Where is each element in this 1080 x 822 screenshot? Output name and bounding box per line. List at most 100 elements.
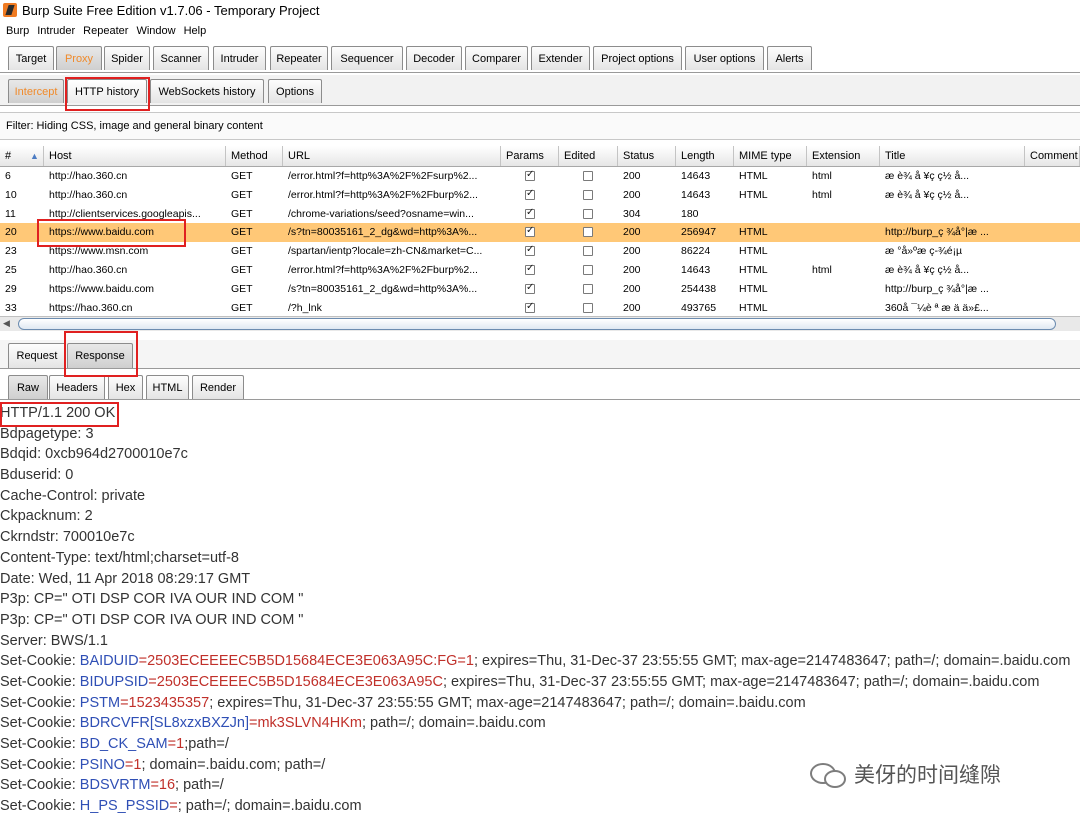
tab-headers[interactable]: Headers [49, 375, 105, 399]
cell-title: æ è¾ å ¥ç ç½ å... [885, 170, 970, 182]
cell-status: 200 [623, 188, 641, 201]
response-line: Ckpacknum: 2 [0, 506, 1080, 527]
tab-render[interactable]: Render [192, 375, 244, 399]
cell-comment [1025, 299, 1080, 318]
cell-ext: html [812, 188, 832, 201]
response-text: Content-Type: text/html;charset=utf-8 [0, 549, 239, 566]
params-checkbox[interactable] [525, 225, 535, 238]
col-extension[interactable]: Extension [807, 146, 880, 166]
menu-burp[interactable]: Burp [6, 25, 29, 37]
tab-alerts[interactable]: Alerts [767, 46, 812, 70]
params-checkbox[interactable] [525, 301, 535, 313]
tab-comparer[interactable]: Comparer [465, 46, 528, 70]
edited-checkbox[interactable] [583, 189, 593, 200]
col-params[interactable]: Params [501, 146, 559, 166]
cell-status: 200 [623, 264, 641, 276]
scroll-thumb[interactable] [18, 318, 1056, 330]
tab-project-options[interactable]: Project options [593, 46, 682, 70]
tab-intruder[interactable]: Intruder [213, 46, 266, 70]
tab-html[interactable]: HTML [146, 375, 189, 399]
cell-length: 86224 [681, 245, 711, 258]
response-text: Set-Cookie: [0, 736, 80, 752]
table-row[interactable]: 6 http://hao.360.cn GET/error.html?f=http%… [0, 167, 1080, 186]
tab-decoder[interactable]: Decoder [406, 46, 462, 70]
response-text: P3p: CP=" OTI DSP COR IVA OUR IND COM " [0, 611, 304, 628]
tab-repeater[interactable]: Repeater [270, 46, 328, 70]
tab-hex[interactable]: Hex [108, 375, 143, 399]
tab-sequencer[interactable]: Sequencer [331, 46, 403, 70]
params-checkbox[interactable] [525, 263, 535, 275]
edited-checkbox[interactable] [583, 208, 593, 219]
col-mime-type[interactable]: MIME type [734, 146, 807, 166]
tab-request[interactable]: Request [8, 343, 66, 368]
tab-user-options[interactable]: User options [685, 46, 764, 70]
edited-checkbox[interactable] [583, 246, 593, 257]
table-row[interactable]: 33 https://hao.360.cn GET /?h_lnk 200 493765 H… [0, 298, 1080, 318]
cell-length: 254438 [681, 282, 717, 295]
edited-checkbox[interactable] [583, 265, 593, 275]
params-checkbox[interactable] [525, 188, 535, 200]
response-line: Bdqid: 0xcb964d2700010e7c [0, 444, 1080, 465]
col-num[interactable]: # ▲ [0, 146, 44, 166]
tab-proxy[interactable]: Proxy [56, 46, 102, 70]
params-checkbox[interactable] [525, 207, 535, 219]
cell-mime: HTML [739, 301, 768, 314]
tab-extender[interactable]: Extender [531, 46, 590, 70]
col-edited[interactable]: Edited [559, 146, 618, 166]
cell-title [880, 205, 1025, 224]
highlight-http-history [65, 77, 150, 111]
cell-title: http://burp_ç ¾å°|æ ... [885, 282, 989, 295]
table-row[interactable]: 29 https://www.baidu.com GET/s?tn=80035161… [0, 279, 1080, 299]
cell-num: 6 [5, 170, 11, 182]
cookie-name: PSTM [79, 694, 121, 711]
edited-checkbox[interactable] [583, 283, 593, 294]
edited-checkbox[interactable] [583, 227, 593, 238]
cell-length: 180 [681, 207, 699, 220]
edited-checkbox[interactable] [583, 171, 593, 181]
col-url[interactable]: URL [283, 146, 501, 166]
cell-mime: HTML [739, 264, 768, 276]
filter-bar[interactable]: Filter: Hiding CSS, image and general bi… [0, 112, 1080, 140]
response-line: P3p: CP=" OTI DSP COR IVA OUR IND COM " [0, 610, 1080, 631]
menu-repeater[interactable]: Repeater [83, 25, 128, 37]
col-host[interactable]: Host [44, 146, 226, 166]
tab-intercept[interactable]: Intercept [8, 79, 64, 103]
filter-text[interactable]: Filter: Hiding CSS, image and general bi… [6, 120, 263, 132]
col-comment[interactable]: Comment [1025, 146, 1080, 166]
menu-intruder[interactable]: Intruder [37, 25, 75, 37]
table-row[interactable]: 10 http://hao.360.cn GET/error.html?f=http… [0, 185, 1080, 205]
menu-help[interactable]: Help [184, 25, 207, 37]
response-text: Ckrndstr: 700010e7c [0, 529, 135, 546]
table-row[interactable]: 25 http://hao.360.cn GET/error.html?f=http… [0, 261, 1080, 280]
col-method[interactable]: Method [226, 146, 283, 166]
watermark-text: 美伢的时间缝隙 [854, 764, 1001, 787]
response-line: Server: BWS/1.1 [0, 631, 1080, 652]
cell-comment [1025, 205, 1080, 224]
cookie-name: H_PS_PSSID [79, 798, 170, 815]
cookie-name: BIDUPSID [79, 673, 149, 690]
params-checkbox[interactable] [525, 244, 535, 257]
params-checkbox[interactable] [525, 169, 535, 181]
tab-websockets-history[interactable]: WebSockets history [150, 79, 264, 103]
scroll-left-icon[interactable]: ◀ [3, 318, 10, 329]
col-title[interactable]: Title [880, 146, 1025, 166]
menu-window[interactable]: Window [136, 25, 175, 37]
params-checkbox[interactable] [525, 282, 535, 294]
col-length[interactable]: Length [676, 146, 734, 166]
tab-target[interactable]: Target [8, 46, 54, 70]
highlight-response-tab [64, 331, 138, 377]
tab-scanner[interactable]: Scanner [153, 46, 209, 70]
edited-checkbox[interactable] [583, 302, 593, 313]
tab-options[interactable]: Options [268, 79, 322, 103]
response-text: Set-Cookie: [0, 756, 80, 773]
tab-raw[interactable]: Raw [8, 375, 48, 399]
horizontal-scrollbar[interactable]: ◀ [0, 316, 1080, 331]
response-text: Bdpagetype: 3 [0, 425, 94, 442]
response-text: Set-Cookie: [0, 777, 80, 794]
tab-spider[interactable]: Spider [104, 46, 150, 70]
cell-method: GET [231, 226, 253, 239]
cell-status: 200 [623, 226, 641, 239]
response-text: Set-Cookie: [0, 673, 80, 690]
col-status[interactable]: Status [618, 146, 676, 166]
sort-asc-icon: ▲ [30, 151, 39, 161]
